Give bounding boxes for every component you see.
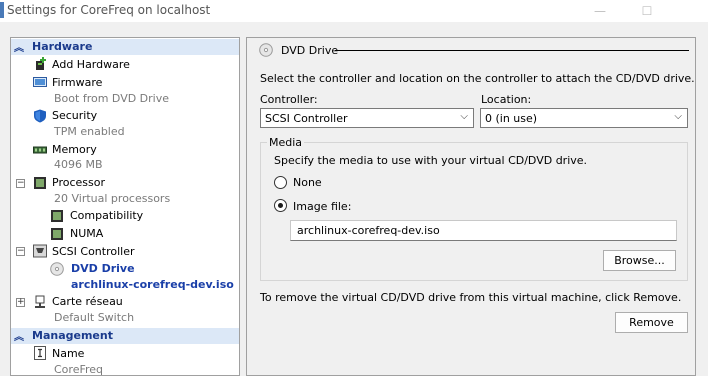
- tree-item-label: Firmware: [52, 76, 103, 89]
- browse-button[interactable]: Browse...: [603, 250, 676, 271]
- collapse-icon: ︽: [14, 43, 24, 54]
- dvd-icon: [259, 43, 273, 57]
- remove-instructions: To remove the virtual CD/DVD drive from …: [260, 291, 682, 304]
- tree-item-label: NUMA: [70, 227, 104, 240]
- tree-item-label: Add Hardware: [52, 58, 130, 71]
- controller-value: SCSI Controller: [265, 112, 348, 125]
- title-bar: Settings for CoreFreq on localhost — ☐: [0, 0, 708, 22]
- tree-item-detail: 20 Virtual processors: [54, 192, 171, 205]
- controller-label: Controller:: [260, 93, 318, 106]
- intro-text: Select the controller and location on th…: [260, 72, 695, 85]
- processor-icon: [34, 177, 46, 189]
- minimize-button[interactable]: —: [585, 2, 615, 20]
- network-icon: [35, 295, 45, 308]
- heading-divider: [335, 50, 689, 51]
- media-group-label: Media: [267, 136, 305, 149]
- tree-item-label: Processor: [52, 176, 105, 189]
- tree-item-label: Compatibility: [70, 209, 144, 222]
- tree-item-detail: TPM enabled: [54, 125, 125, 138]
- expand-toggle[interactable]: +: [16, 298, 25, 307]
- none-radio-label: None: [293, 176, 322, 189]
- tree-item-detail: 4096 MB: [54, 158, 103, 171]
- controller-select[interactable]: SCSI Controller ⌵: [260, 108, 474, 128]
- settings-tree: ︽ Hardware Add Hardware Firmware Boot fr…: [10, 37, 240, 376]
- processor-icon: [51, 228, 63, 240]
- location-value: 0 (in use): [485, 112, 538, 125]
- image-file-radio[interactable]: [274, 199, 287, 212]
- firmware-icon: [33, 77, 47, 87]
- add-hardware-icon: [36, 57, 46, 70]
- name-icon: [34, 346, 46, 360]
- chevron-down-icon: ⌵: [674, 111, 682, 122]
- tree-item-label: Memory: [52, 143, 97, 156]
- image-path-input[interactable]: archlinux-corefreq-dev.iso: [290, 220, 677, 241]
- collapse-toggle[interactable]: −: [16, 179, 25, 188]
- media-intro-text: Specify the media to use with your virtu…: [274, 154, 588, 167]
- dvd-icon: [50, 262, 64, 276]
- tree-item-label: Carte réseau: [52, 295, 123, 308]
- location-label: Location:: [481, 93, 532, 106]
- processor-icon: [51, 210, 63, 222]
- management-section-header[interactable]: ︽ Management: [11, 328, 239, 344]
- tree-item-label: SCSI Controller: [52, 245, 135, 258]
- tree-item-label: Name: [52, 347, 85, 360]
- tree-item-detail: CoreFreq: [54, 363, 104, 376]
- app-icon: [0, 2, 4, 18]
- none-radio[interactable]: [274, 176, 287, 189]
- collapse-toggle[interactable]: −: [16, 247, 25, 256]
- scsi-icon: [33, 244, 47, 258]
- window-title: Settings for CoreFreq on localhost: [7, 3, 211, 17]
- panel-heading: DVD Drive: [281, 44, 339, 57]
- location-select[interactable]: 0 (in use) ⌵: [480, 108, 688, 128]
- dvd-drive-settings-panel: DVD Drive Select the controller and loca…: [246, 37, 696, 376]
- image-file-radio-label: Image file:: [293, 200, 352, 213]
- maximize-button[interactable]: ☐: [632, 2, 662, 20]
- collapse-icon: ︽: [14, 332, 24, 343]
- tree-item-detail: archlinux-corefreq-dev.iso: [71, 278, 234, 291]
- memory-icon: [33, 146, 47, 154]
- tree-item-label: DVD Drive: [71, 262, 135, 275]
- hardware-section-header[interactable]: ︽ Hardware: [11, 39, 239, 55]
- shield-icon: [34, 109, 46, 123]
- remove-button[interactable]: Remove: [615, 312, 688, 333]
- tree-item-detail: Default Switch: [54, 311, 135, 324]
- tree-item-label: Security: [52, 109, 98, 122]
- image-path-value: archlinux-corefreq-dev.iso: [297, 224, 440, 237]
- tree-item-detail: Boot from DVD Drive: [54, 92, 170, 105]
- chevron-down-icon: ⌵: [460, 111, 468, 122]
